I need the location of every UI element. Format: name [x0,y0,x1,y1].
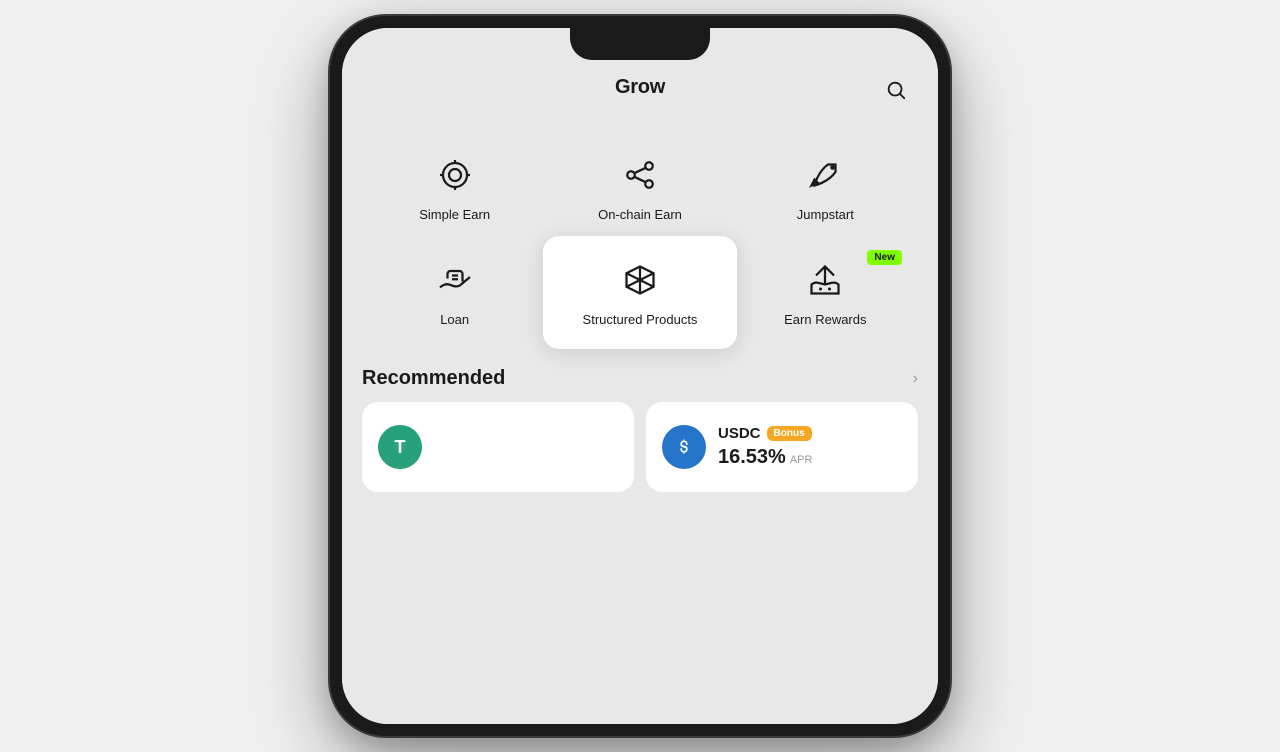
menu-item-jumpstart[interactable]: Jumpstart [733,135,918,240]
usdc-apy-label: APR [790,454,813,466]
usdc-bonus-badge: Bonus [767,426,812,441]
usdt-token-circle: T [378,425,422,469]
loan-label: Loan [440,312,469,327]
phone-notch [570,28,710,60]
structured-products-label: Structured Products [583,312,698,327]
search-icon [885,79,907,101]
recommended-title: Recommended [362,367,505,390]
usdc-token-circle [662,425,706,469]
recommended-header: Recommended › [362,367,918,390]
menu-item-onchain-earn[interactable]: On-chain Earn [547,135,732,240]
usdc-token-name-row: USDC Bonus [718,425,902,442]
menu-item-loan[interactable]: Loan [362,240,547,345]
menu-item-simple-earn[interactable]: Simple Earn [362,135,547,240]
search-button[interactable] [882,76,910,104]
new-badge: New [867,250,902,265]
jumpstart-label: Jumpstart [797,207,854,222]
recommended-arrow[interactable]: › [913,370,918,388]
recommended-section: Recommended › T [342,355,938,500]
simple-earn-label: Simple Earn [419,207,490,222]
phone-wrapper: Grow [330,16,950,736]
earn-card-usdc[interactable]: USDC Bonus 16.53% APR [646,402,918,492]
simple-earn-icon [433,153,477,197]
loan-icon [433,258,477,302]
usdc-token-label: USDC [718,425,761,442]
usdc-card-info: USDC Bonus 16.53% APR [718,425,902,469]
jumpstart-icon [803,153,847,197]
phone-frame: Grow [330,16,950,736]
page-title: Grow [615,76,665,99]
menu-grid: Simple Earn O [342,115,938,355]
earn-rewards-label: Earn Rewards [784,312,866,327]
usdt-token-letter: T [395,437,406,458]
phone-screen: Grow [342,28,938,724]
usdc-icon [671,434,697,460]
screen-content: Grow [342,28,938,724]
onchain-earn-label: On-chain Earn [598,207,682,222]
usdc-apy-value: 16.53% [718,446,786,469]
earn-rewards-icon [803,258,847,302]
onchain-earn-icon [618,153,662,197]
earn-card-usdt[interactable]: T [362,402,634,492]
menu-item-earn-rewards[interactable]: New Earn Rewards [733,240,918,345]
recommended-cards-row: T [362,402,918,492]
structured-products-icon [618,258,662,302]
menu-item-structured-products[interactable]: Structured Products [543,236,736,349]
